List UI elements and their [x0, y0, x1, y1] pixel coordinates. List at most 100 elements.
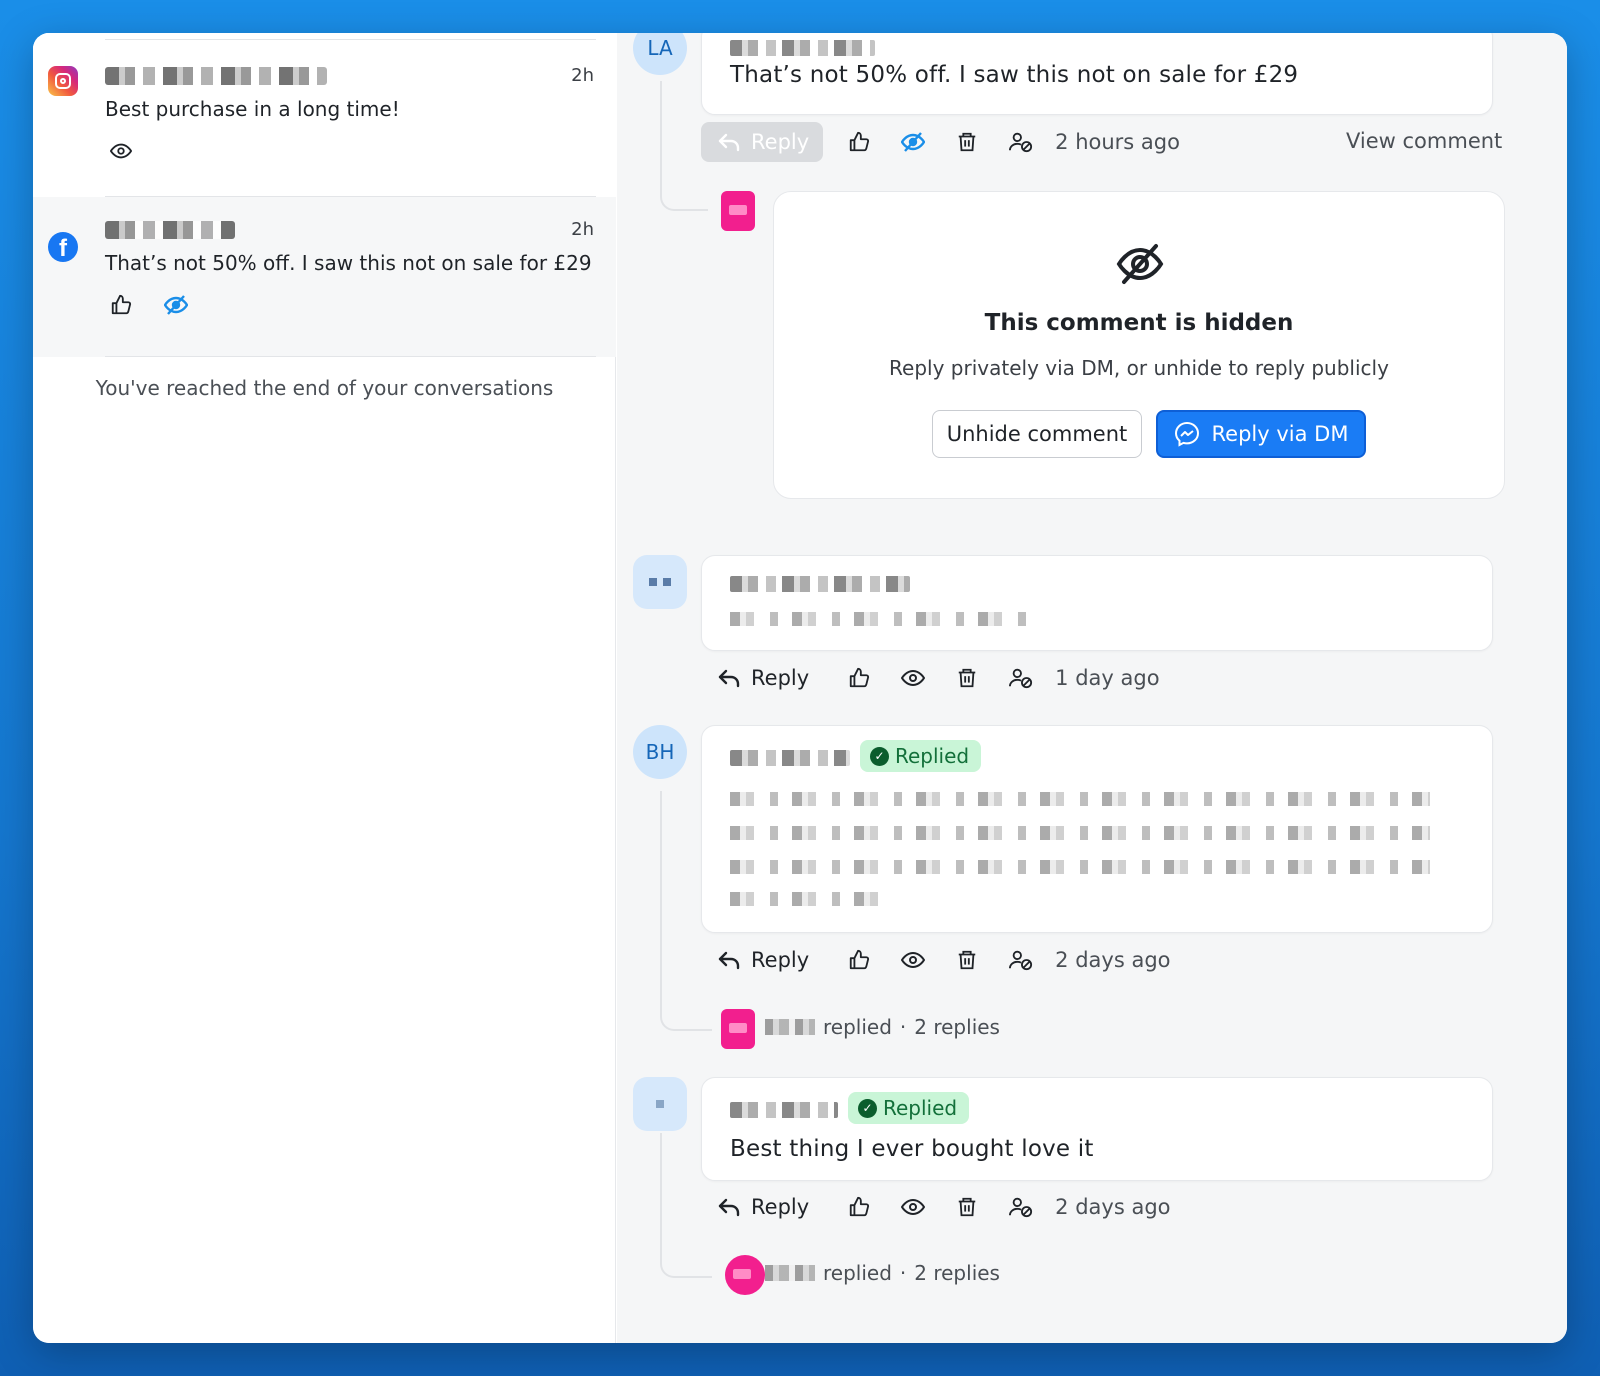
- replies-summary[interactable]: replied · 2 replies: [765, 1015, 1000, 1039]
- replied-label: replied: [823, 1015, 892, 1039]
- conversation-list: 2h Best purchase in a long time! f 2h Th…: [33, 33, 616, 1343]
- replied-badge: ✓ Replied: [860, 740, 982, 772]
- trash-icon[interactable]: [955, 666, 979, 690]
- page-avatar: [725, 1255, 765, 1295]
- eye-icon[interactable]: [901, 666, 926, 690]
- eye-icon[interactable]: [901, 948, 926, 972]
- thumbs-up-icon[interactable]: [847, 130, 871, 154]
- redacted-author-name: [730, 750, 850, 766]
- comment-text: That’s not 50% off. I saw this not on sa…: [730, 62, 1299, 88]
- page-avatar: [721, 1009, 755, 1049]
- comment-text: Best thing I ever bought love it: [730, 1136, 1094, 1162]
- messenger-icon: [1174, 421, 1199, 447]
- comment-time: 2 hours ago: [1055, 130, 1180, 154]
- reply-arrow-icon: [718, 133, 740, 152]
- block-user-icon[interactable]: [1009, 666, 1033, 690]
- reply-arrow-icon: [718, 669, 740, 688]
- avatar[interactable]: BH: [633, 725, 687, 779]
- reply-arrow-icon: [718, 1198, 740, 1217]
- redacted-author-name: [105, 221, 235, 239]
- view-comment-link[interactable]: View comment: [1346, 129, 1502, 153]
- replies-summary[interactable]: replied · 2 replies: [765, 1261, 1000, 1285]
- redacted-comment-text: [730, 826, 1430, 840]
- reply-label: Reply: [751, 666, 810, 690]
- hidden-subtitle: Reply privately via DM, or unhide to rep…: [889, 356, 1389, 380]
- replied-label: replied: [823, 1261, 892, 1285]
- avatar[interactable]: [633, 555, 687, 609]
- eye-off-icon: [1116, 242, 1164, 290]
- trash-icon[interactable]: [955, 1195, 979, 1219]
- comment-thread: LA That’s not 50% off. I saw this not on…: [617, 33, 1567, 1343]
- redacted-comment-text: [730, 892, 880, 906]
- comment-card: That’s not 50% off. I saw this not on sa…: [701, 33, 1493, 115]
- comment-actions: Reply 2 days ago: [701, 940, 1171, 980]
- redacted-comment-text: [730, 792, 1430, 806]
- app-window: 2h Best purchase in a long time! f 2h Th…: [33, 33, 1567, 1343]
- thumbs-up-icon[interactable]: [847, 1195, 871, 1219]
- end-of-list-message: You've reached the end of your conversat…: [95, 376, 554, 400]
- reply-button[interactable]: Reply: [701, 122, 824, 162]
- eye-icon[interactable]: [109, 139, 133, 163]
- comment-actions: Reply 2 hours ago: [701, 122, 1180, 162]
- redacted-comment-text: [730, 612, 1040, 626]
- replied-badge-label: Replied: [895, 744, 970, 768]
- redacted-comment-text: [730, 860, 1430, 874]
- reply-arrow-icon: [718, 951, 740, 970]
- trash-icon[interactable]: [955, 948, 979, 972]
- facebook-icon: f: [48, 232, 78, 262]
- conversation-time: 2h: [571, 219, 594, 240]
- comment-time: 1 day ago: [1055, 666, 1160, 690]
- block-user-icon[interactable]: [1009, 130, 1033, 154]
- reply-button[interactable]: Reply: [701, 1187, 823, 1227]
- comment-time: 2 days ago: [1055, 1195, 1171, 1219]
- check-icon: ✓: [858, 1098, 877, 1118]
- unhide-comment-button[interactable]: Unhide comment: [932, 410, 1142, 458]
- reply-via-dm-button[interactable]: Reply via DM: [1156, 410, 1366, 458]
- reply-button[interactable]: Reply: [701, 940, 823, 980]
- eye-off-icon[interactable]: [164, 293, 188, 317]
- redacted-replier-name: [765, 1265, 815, 1281]
- divider: [105, 39, 596, 40]
- separator-dot: ·: [899, 1015, 907, 1039]
- thumbs-up-icon[interactable]: [847, 948, 871, 972]
- reply-button[interactable]: Reply: [701, 658, 823, 698]
- replies-count: 2 replies: [914, 1261, 1000, 1285]
- reply-label: Reply: [751, 948, 810, 972]
- replies-count: 2 replies: [914, 1015, 1000, 1039]
- redacted-author-name: [730, 40, 875, 56]
- redacted-author-name: [730, 576, 910, 592]
- comment-actions: Reply 1 day ago: [701, 658, 1160, 698]
- reply-label: Reply: [751, 1195, 810, 1219]
- divider: [105, 356, 596, 357]
- redacted-author-name: [105, 67, 327, 85]
- redacted-author-name: [730, 1102, 838, 1118]
- separator-dot: ·: [899, 1261, 907, 1285]
- replied-badge: ✓ Replied: [848, 1092, 970, 1124]
- reply-via-dm-label: Reply via DM: [1211, 422, 1349, 446]
- conversation-item-selected[interactable]: f 2h That’s not 50% off. I saw this not …: [33, 197, 616, 357]
- conversation-time: 2h: [571, 65, 594, 86]
- eye-icon[interactable]: [901, 1195, 926, 1219]
- conversation-preview: Best purchase in a long time!: [105, 97, 400, 121]
- instagram-icon: [48, 66, 78, 96]
- comment-card: ✓ Replied: [701, 725, 1493, 933]
- avatar[interactable]: LA: [633, 33, 687, 75]
- thumbs-up-icon[interactable]: [109, 293, 133, 317]
- hidden-title: This comment is hidden: [984, 310, 1294, 336]
- thumbs-up-icon[interactable]: [847, 666, 871, 690]
- reply-label: Reply: [751, 130, 810, 154]
- conversation-item[interactable]: 2h Best purchase in a long time!: [33, 33, 616, 197]
- trash-icon[interactable]: [955, 130, 979, 154]
- block-user-icon[interactable]: [1009, 948, 1033, 972]
- conversation-preview: That’s not 50% off. I saw this not on sa…: [105, 251, 592, 275]
- hidden-comment-card: This comment is hidden Reply privately v…: [773, 191, 1505, 499]
- replied-badge-label: Replied: [883, 1096, 958, 1120]
- eye-off-icon[interactable]: [901, 130, 926, 154]
- comment-actions: Reply 2 days ago: [701, 1187, 1171, 1227]
- block-user-icon[interactable]: [1009, 1195, 1033, 1219]
- avatar[interactable]: [633, 1077, 687, 1131]
- check-icon: ✓: [870, 746, 889, 766]
- page-avatar: [721, 191, 755, 231]
- redacted-replier-name: [765, 1019, 815, 1035]
- comment-time: 2 days ago: [1055, 948, 1171, 972]
